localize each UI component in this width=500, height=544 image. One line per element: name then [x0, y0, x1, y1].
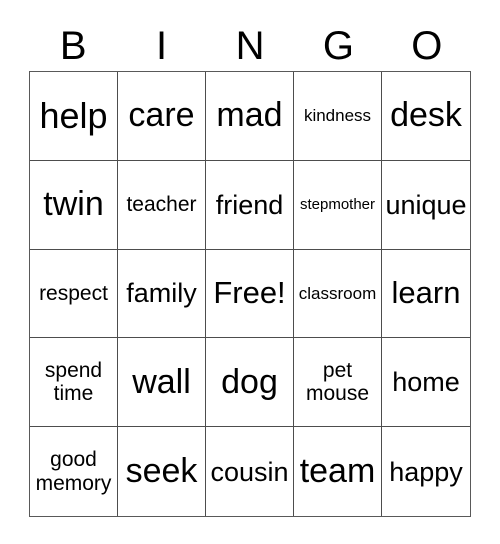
bingo-cell[interactable]: care: [118, 72, 206, 161]
bingo-free-space-label: Free!: [213, 275, 286, 311]
bingo-cell[interactable]: stepmother: [294, 160, 382, 250]
bingo-cell[interactable]: wall: [118, 338, 206, 428]
bingo-cell-label: home: [392, 367, 460, 398]
header-letter-i-text: I: [156, 23, 168, 68]
bingo-cell-label: stepmother: [299, 195, 376, 213]
bingo-cell-label: cousin: [210, 456, 289, 487]
bingo-cell[interactable]: mad: [206, 72, 294, 161]
bingo-cell-label: respect: [39, 281, 108, 305]
header-letter-o: O: [383, 24, 471, 68]
header-letter-g-text: G: [322, 23, 354, 68]
bingo-cell[interactable]: happy: [382, 427, 470, 516]
bingo-cell[interactable]: good memory: [30, 427, 118, 516]
header-letter-o-text: O: [411, 23, 443, 68]
bingo-cell-label: help: [39, 95, 108, 137]
bingo-cell-label: kindness: [303, 106, 372, 126]
bingo-cell-label: pet mouse: [305, 358, 370, 406]
bingo-cell-label: desk: [390, 96, 462, 135]
bingo-cell[interactable]: unique: [382, 160, 470, 250]
header-letter-n: N: [206, 24, 294, 68]
bingo-cell[interactable]: pet mouse: [294, 338, 382, 428]
bingo-cell-label: family: [126, 278, 197, 309]
bingo-cell-label: seek: [125, 451, 198, 490]
header-letter-g: G: [294, 24, 382, 68]
bingo-cell[interactable]: family: [118, 249, 206, 339]
bingo-cell[interactable]: team: [294, 427, 382, 516]
bingo-cell-label: unique: [385, 189, 467, 220]
header-letter-i: I: [117, 24, 205, 68]
bingo-cell-label: learn: [391, 275, 461, 311]
bingo-cell[interactable]: spend time: [30, 338, 118, 428]
bingo-grid: help care mad kindness desk twin teacher friend…: [29, 71, 471, 517]
header-letter-n-text: N: [235, 23, 265, 68]
bingo-cell-label: good memory: [35, 448, 112, 495]
bingo-cell[interactable]: learn: [382, 249, 470, 339]
bingo-cell-label: mad: [216, 96, 283, 135]
bingo-cell[interactable]: seek: [118, 427, 206, 516]
bingo-cell[interactable]: friend: [206, 160, 294, 250]
bingo-free-space-cell[interactable]: Free!: [206, 249, 294, 339]
bingo-cell[interactable]: teacher: [118, 160, 206, 250]
bingo-cell-label: dog: [221, 362, 278, 401]
bingo-cell-label: happy: [389, 456, 463, 487]
bingo-cell[interactable]: help: [30, 72, 118, 161]
bingo-cell[interactable]: home: [382, 338, 470, 428]
bingo-cell-label: friend: [215, 189, 284, 220]
bingo-cell-label: twin: [43, 185, 104, 224]
bingo-cell[interactable]: cousin: [206, 427, 294, 516]
bingo-cell-label: teacher: [126, 192, 197, 216]
bingo-cell[interactable]: classroom: [294, 249, 382, 339]
bingo-cell-label: spend time: [44, 358, 103, 406]
bingo-cell[interactable]: kindness: [294, 72, 382, 161]
bingo-cell[interactable]: dog: [206, 338, 294, 428]
bingo-cell[interactable]: desk: [382, 72, 470, 161]
bingo-card: B I N G O help care mad kindness desk twin tea…: [0, 0, 500, 544]
bingo-cell-label: wall: [132, 362, 191, 401]
bingo-header: B I N G O: [29, 20, 471, 71]
bingo-cell[interactable]: respect: [30, 249, 118, 339]
bingo-cell-label: classroom: [298, 283, 377, 303]
bingo-cell-label: team: [299, 451, 376, 490]
bingo-cell-label: care: [128, 96, 195, 135]
header-letter-b: B: [29, 24, 117, 68]
header-letter-b-text: B: [59, 23, 87, 68]
bingo-cell[interactable]: twin: [30, 160, 118, 250]
